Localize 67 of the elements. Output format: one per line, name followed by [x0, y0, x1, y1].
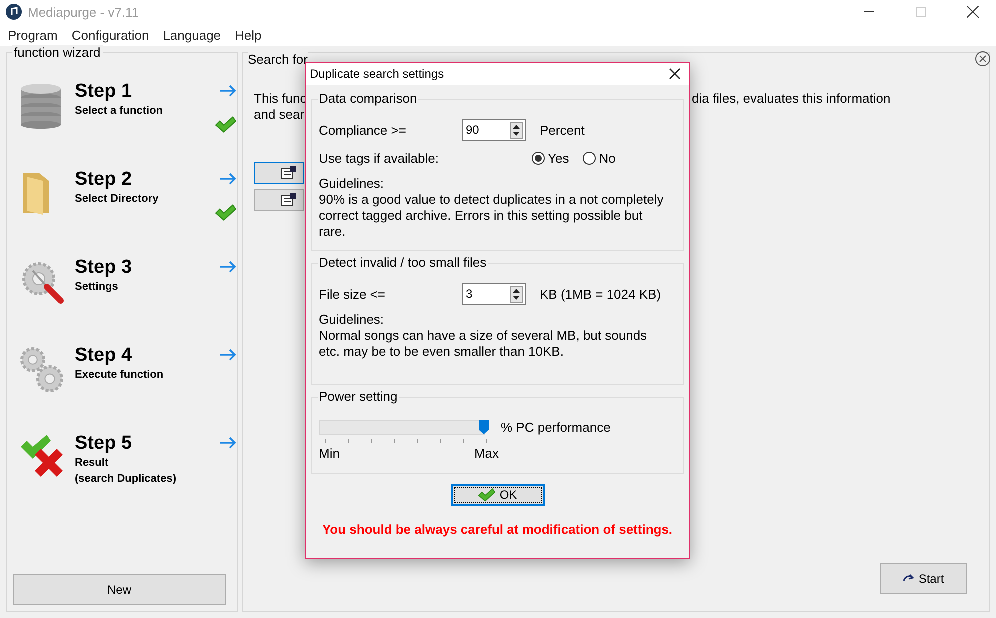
radio-option[interactable]: No — [583, 150, 616, 166]
max-label: Max — [474, 446, 499, 461]
arrow-icon[interactable] — [219, 261, 237, 273]
step-title: Step 3 — [75, 257, 134, 279]
dialog-title: Duplicate search settings — [310, 67, 444, 81]
warning-text: You should be always careful at modification of settings. — [322, 522, 673, 537]
close-icon — [967, 6, 979, 18]
properties-icon — [281, 166, 297, 180]
field-label: File size <= — [319, 286, 386, 302]
menu-item[interactable]: Help — [228, 28, 269, 42]
arrow-icon[interactable] — [219, 173, 237, 185]
step-title: Step 1 — [75, 81, 134, 103]
field-label: Compliance >= — [319, 122, 408, 138]
properties-icon — [281, 193, 297, 207]
step-subtitle: Select a function — [75, 104, 164, 119]
ok-button[interactable]: OK — [450, 484, 544, 506]
guidelines-text: 90% is a good value to detect duplicates in a not completely correct tagged archive. Errors in this setting possible but rare. — [319, 192, 664, 240]
new-button[interactable]: New — [13, 574, 226, 605]
guidelines-label: Guidelines: — [319, 176, 386, 192]
group-title: Power setting — [318, 389, 399, 404]
min-label: Min — [319, 446, 340, 461]
arrow-icon[interactable] — [219, 349, 237, 361]
radio-option[interactable]: Yes — [532, 150, 570, 166]
menu-item[interactable]: Program — [1, 28, 65, 42]
description-text: and sear — [254, 107, 305, 123]
arrow-icon[interactable] — [219, 437, 237, 449]
step-subtitle: (search Duplicates) — [75, 472, 178, 487]
done-check-icon — [215, 204, 237, 222]
slider-thumb[interactable] — [479, 420, 489, 434]
panel-title: function wizard — [12, 45, 103, 60]
group-title: Detect invalid / too small files — [318, 255, 488, 270]
gears-icon — [19, 345, 65, 395]
app-logo-icon — [6, 4, 22, 20]
compliance-field[interactable]: 90 — [462, 119, 526, 141]
menu-item[interactable]: Language — [156, 28, 228, 42]
close-icon[interactable] — [669, 68, 681, 80]
description-text: dia files, evaluates this information — [692, 91, 891, 108]
spin-arrows-icon[interactable] — [510, 122, 523, 138]
arrow-icon[interactable] — [219, 85, 237, 97]
check-icon — [478, 488, 496, 502]
file-size-field[interactable]: 3 — [462, 283, 526, 305]
properties-button[interactable] — [254, 162, 304, 184]
step-subtitle: Result — [75, 456, 110, 471]
start-button[interactable]: Start — [880, 563, 967, 594]
guidelines-label: Guidelines: — [319, 312, 386, 328]
guidelines-text: Normal songs can have a size of several MB, but sounds etc. may be to be even smaller than 10KB. — [319, 328, 648, 360]
menu-item[interactable]: Configuration — [64, 28, 156, 42]
window-title: Mediapurge - v7.11 — [28, 4, 140, 20]
step-title: Step 4 — [75, 345, 134, 367]
step-title: Step 5 — [75, 433, 134, 455]
field-label: Use tags if available: — [319, 150, 440, 166]
step-subtitle: Select Directory — [75, 192, 160, 207]
maximize-icon — [916, 7, 926, 17]
step-subtitle: Settings — [75, 280, 120, 295]
group-title: Data comparison — [318, 91, 418, 106]
step-subtitle: Execute function — [75, 368, 165, 383]
done-check-icon — [215, 116, 237, 134]
unit-label: Percent — [540, 122, 585, 138]
close-icon[interactable] — [975, 51, 991, 67]
properties-button[interactable] — [254, 189, 304, 211]
database-icon — [19, 81, 63, 129]
spin-arrows-icon[interactable] — [510, 286, 523, 302]
redo-arrow-icon — [902, 574, 915, 584]
slider-label: % PC performance — [501, 420, 611, 434]
step-title: Step 2 — [75, 169, 134, 191]
panel-heading: Search for — [248, 52, 308, 67]
unit-label: KB (1MB = 1024 KB) — [540, 286, 662, 302]
